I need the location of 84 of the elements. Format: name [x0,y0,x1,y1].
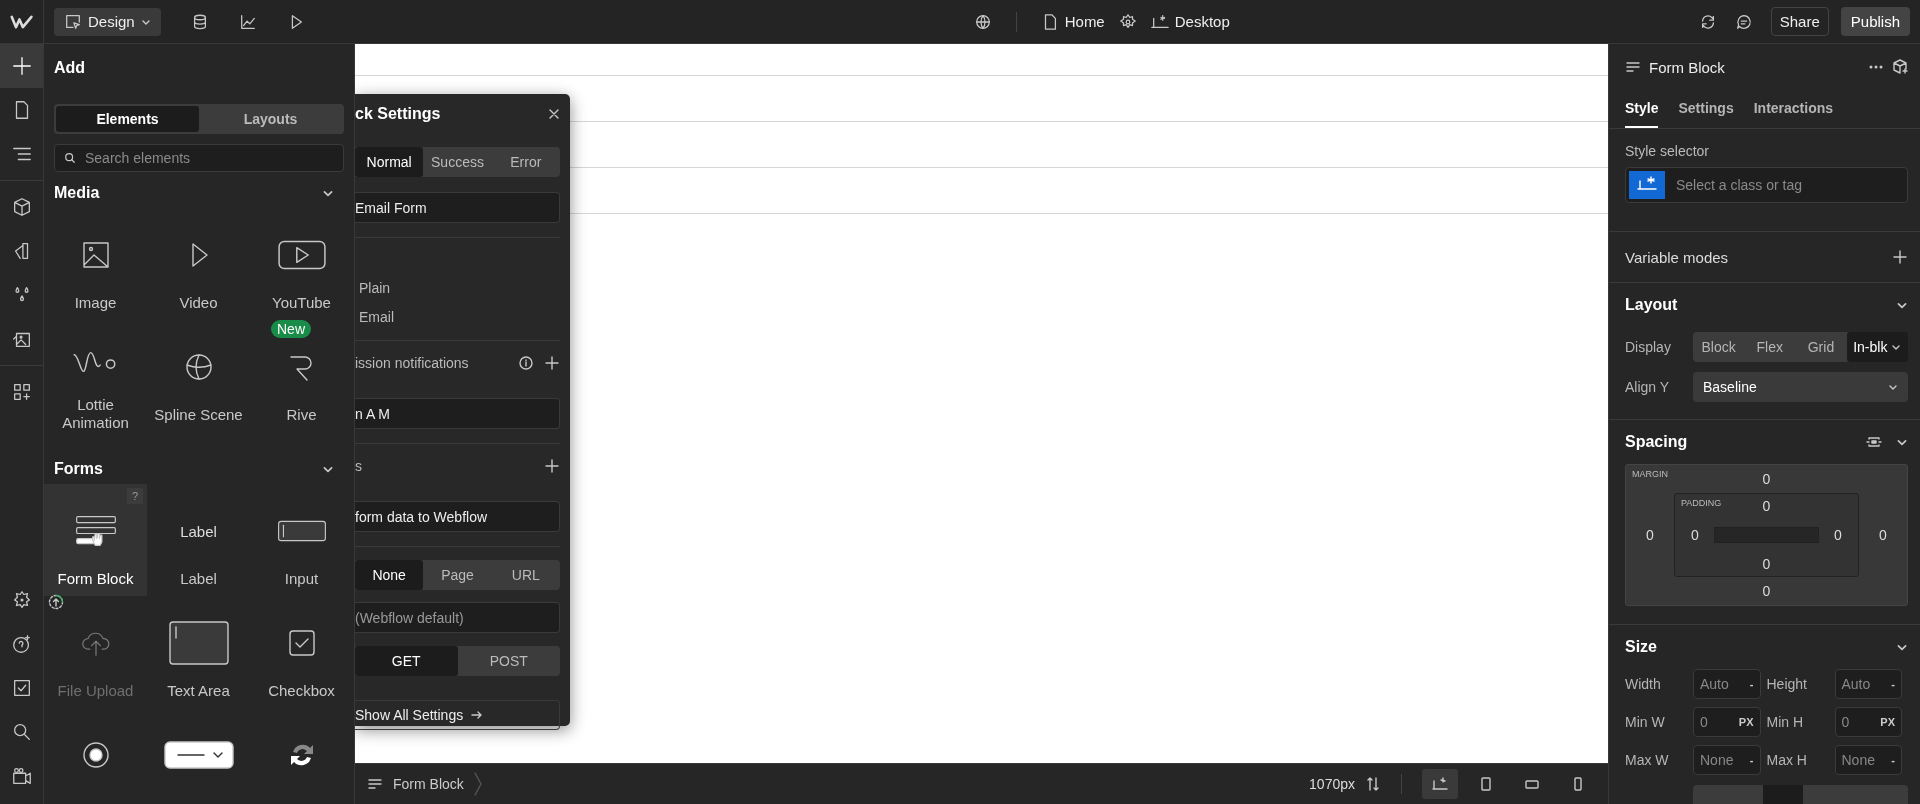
form-name-field[interactable]: Email Form [355,192,560,223]
new-badge: New [271,320,311,338]
element-name: Form Block [1649,58,1725,76]
element-tile[interactable]: Spline Scene [147,320,250,432]
size-field[interactable]: 0 PX [1693,707,1761,737]
show-all-settings-button[interactable]: Show All Settings [355,700,560,730]
state-tab[interactable]: Error [491,147,560,177]
element-tile[interactable]: Form Block ? [44,484,147,596]
breadcrumb-item[interactable]: Form Block [393,776,464,792]
section-title: Spacing [1625,433,1688,451]
size-field[interactable]: None - [1834,745,1902,775]
field-label: Min W [1625,714,1666,730]
help-badge[interactable]: ? [127,488,143,504]
panel-tab[interactable]: Style [1625,90,1659,128]
display-option[interactable]: In-blk [1846,332,1908,362]
element-tile[interactable]: Lottie Animation [44,320,147,432]
field-label: Style selector [1625,142,1711,161]
recipient-field[interactable]: n A M [355,398,560,429]
padding-value[interactable]: 0 [1691,527,1699,543]
method-tab[interactable]: POST [457,646,560,676]
margin-value[interactable]: 0 [1646,527,1654,543]
field-label: Width [1625,676,1662,692]
size-field[interactable]: Auto - [1834,669,1902,699]
margin-value[interactable]: 0 [1879,527,1887,543]
state-tab[interactable]: Normal [355,147,424,177]
search-field[interactable]: Search elements [54,144,344,172]
element-tile[interactable]: Checkbox [250,596,353,708]
section-label: ission notifications [355,355,470,371]
box-label: MARGIN [1632,469,1668,479]
display-option[interactable]: Flex [1744,332,1796,362]
display-option[interactable]: Grid [1795,332,1847,362]
box-label: PADDING [1681,498,1722,508]
breakpoint-selector[interactable]: Desktop [1150,12,1230,31]
element-tile[interactable]: Image [44,208,147,320]
padding-value[interactable]: 0 [1834,527,1842,543]
tab[interactable]: Layouts [199,106,342,132]
padding-value[interactable]: 0 [1762,556,1771,572]
redirect-tab[interactable]: None [355,560,424,590]
integration-field[interactable]: form data to Webflow [355,501,560,532]
element-tile[interactable]: New Rive [250,320,353,432]
margin-value[interactable]: 0 [1762,471,1771,487]
radio-option[interactable]: Email [359,309,560,325]
tab[interactable]: Elements [56,106,199,132]
radio-option[interactable]: Plain [359,280,560,296]
mode-dropdown[interactable]: Design [54,7,161,36]
display-option[interactable]: Block [1693,332,1745,362]
field-label: Max W [1625,752,1670,768]
field-label: Min H [1766,714,1805,730]
page-selector[interactable]: Home [1040,12,1105,31]
section-title: Media [54,184,101,202]
action-field[interactable]: (Webflow default) [355,602,560,633]
margin-value[interactable]: 0 [1762,583,1771,599]
section-title: Size [1625,638,1657,656]
element-tile[interactable]: Label Label [147,484,250,596]
field-label: Max H [1766,752,1808,768]
popup-title: ck Settings [355,105,442,123]
section-label: s [355,458,363,474]
share-button[interactable]: Share [1770,7,1829,36]
panel-tab[interactable]: Interactions [1753,90,1834,128]
label-preview: Label [180,522,217,540]
size-field[interactable]: Auto - [1693,669,1761,699]
padding-value[interactable]: 0 [1762,498,1771,514]
element-tile[interactable]: Text Area [147,596,250,708]
element-tile[interactable]: YouTube [250,208,353,320]
panel-tab[interactable]: Settings [1678,90,1734,128]
publish-button[interactable]: Publish [1840,7,1910,36]
size-field[interactable]: None - [1693,745,1761,775]
method-tab[interactable]: GET [355,646,458,676]
element-tile[interactable]: Input [250,484,353,596]
section-title: Layout [1625,296,1678,314]
state-tab[interactable]: Success [423,147,492,177]
field-label: Height [1766,676,1808,692]
redirect-tab[interactable]: Page [423,560,492,590]
field-label: Display [1625,339,1672,355]
field-label: Align Y [1625,379,1671,395]
redirect-tab[interactable]: URL [491,560,560,590]
section-title: Forms [54,460,104,478]
size-field[interactable]: 0 PX [1834,707,1902,737]
panel-title: Add [53,58,87,78]
align-dropdown[interactable]: Baseline [1693,372,1908,402]
element-tile[interactable]: Video [147,208,250,320]
section-label: Variable modes [1625,248,1729,266]
style-selector-field[interactable]: Select a class or tag [1625,167,1908,203]
canvas-width: 1070px [1309,776,1355,792]
